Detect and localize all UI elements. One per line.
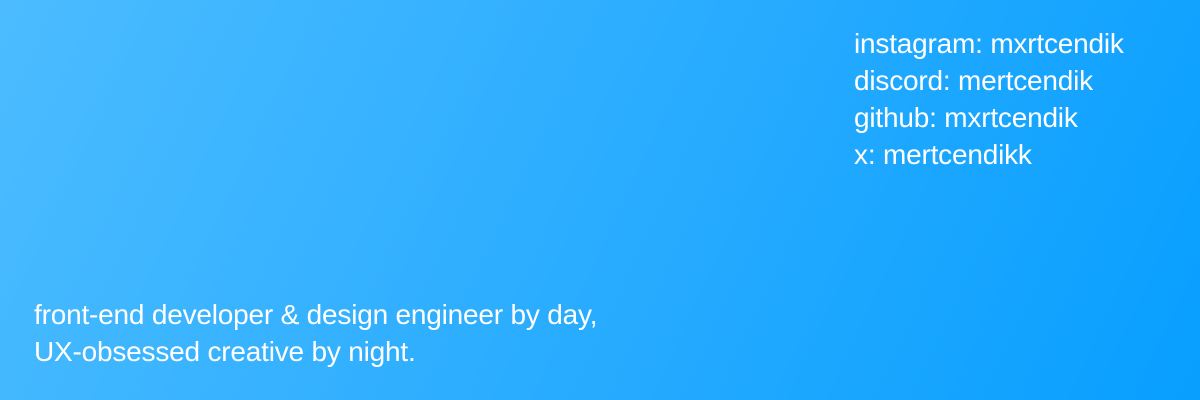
social-handle: mertcendik (958, 65, 1093, 96)
social-handle: mxrtcendik (944, 102, 1078, 133)
social-label: github (854, 102, 930, 133)
social-link-github: github: mxrtcendik (854, 102, 1078, 133)
social-links: instagram: mxrtcendik discord: mertcendi… (854, 25, 1124, 173)
social-handle: mertcendikk (882, 139, 1032, 170)
social-link-x: x: mertcendikk (854, 139, 1032, 170)
tagline-line-2: UX-obsessed creative by night. (34, 336, 416, 367)
social-link-instagram: instagram: mxrtcendik (854, 28, 1124, 59)
social-label: x (854, 139, 868, 170)
social-handle: mxrtcendik (990, 28, 1124, 59)
social-link-discord: discord: mertcendik (854, 65, 1093, 96)
social-label: discord (854, 65, 943, 96)
profile-banner: instagram: mxrtcendik discord: mertcendi… (0, 0, 1200, 400)
social-label: instagram (854, 28, 976, 59)
tagline: front-end developer & design engineer by… (34, 296, 598, 370)
tagline-line-1: front-end developer & design engineer by… (34, 299, 598, 330)
